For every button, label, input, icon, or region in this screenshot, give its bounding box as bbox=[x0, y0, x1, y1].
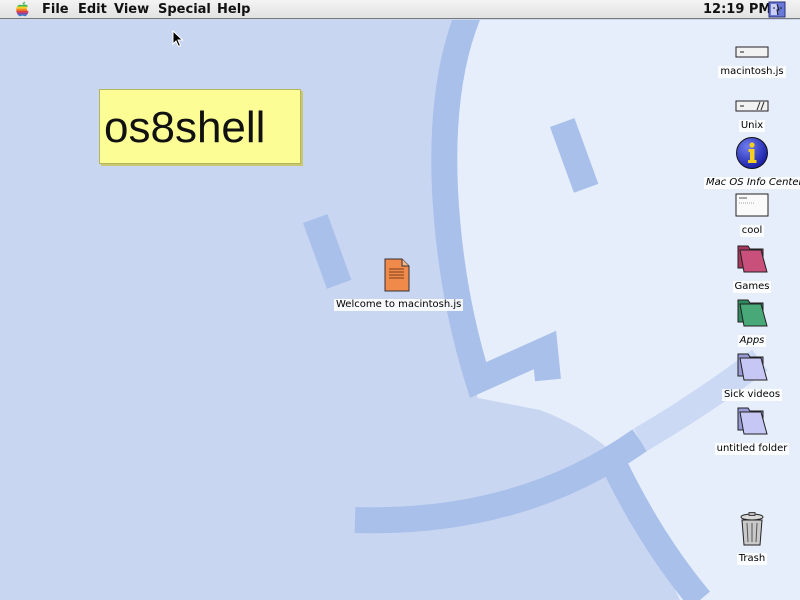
menu-special[interactable]: Special bbox=[157, 1, 212, 18]
folder-icon bbox=[737, 245, 768, 273]
desktop-icon-label: Trash bbox=[736, 553, 768, 565]
desktop-icon-sick-videos[interactable]: Sick videos bbox=[704, 350, 800, 401]
menu-bar: File Edit View Special Help 12:19 PM bbox=[0, 0, 800, 19]
trash-icon bbox=[740, 512, 764, 546]
desktop-icon-untitled-folder[interactable]: untitled folder bbox=[704, 404, 800, 455]
desktop-icon-label: Games bbox=[732, 281, 772, 293]
desktop-icon-label: untitled folder bbox=[714, 443, 790, 455]
menu-edit[interactable]: Edit bbox=[77, 1, 108, 18]
desktop-icon-label: Apps bbox=[737, 335, 767, 347]
desktop-icon-macintosh-js[interactable]: macintosh.js bbox=[704, 45, 800, 78]
desktop-icon-info-center[interactable]: Mac OS Info Center bbox=[704, 136, 800, 189]
welcome-document-label: Welcome to macintosh.js bbox=[334, 299, 464, 311]
sticky-note-text: os8shell bbox=[104, 103, 266, 152]
menu-view[interactable]: View bbox=[113, 1, 150, 18]
application-menu-icon[interactable] bbox=[768, 1, 786, 18]
mouse-cursor-icon bbox=[172, 30, 184, 48]
menu-file[interactable]: File bbox=[41, 1, 70, 18]
folder-icon bbox=[737, 407, 768, 435]
welcome-document[interactable]: Welcome to macintosh.js bbox=[334, 258, 464, 311]
hard-drive-icon bbox=[735, 46, 769, 58]
desktop-icon-label: Sick videos bbox=[721, 389, 783, 401]
desktop-icon-label: macintosh.js bbox=[718, 66, 786, 78]
info-icon bbox=[736, 137, 768, 169]
folder-icon bbox=[737, 353, 768, 381]
desktop-icon-cool[interactable]: cool bbox=[704, 192, 800, 237]
hard-drive-icon bbox=[735, 100, 769, 112]
desktop-icon-label: Unix bbox=[738, 120, 766, 132]
desktop-icon-unix[interactable]: Unix bbox=[704, 99, 800, 132]
desktop-icon-label: Mac OS Info Center bbox=[704, 177, 800, 189]
desktop-icon-games[interactable]: Games bbox=[704, 242, 800, 293]
desktop[interactable]: os8shell Welcome to macintosh.js macinto… bbox=[0, 20, 800, 600]
menu-clock[interactable]: 12:19 PM bbox=[703, 1, 771, 18]
desktop-icon-trash[interactable]: Trash bbox=[704, 512, 800, 565]
apple-menu-icon[interactable] bbox=[14, 1, 31, 18]
sticky-note[interactable]: os8shell bbox=[99, 89, 301, 164]
folder-icon bbox=[737, 299, 768, 327]
desktop-icon-apps[interactable]: Apps bbox=[704, 296, 800, 347]
menu-help[interactable]: Help bbox=[216, 1, 251, 18]
document-icon bbox=[384, 258, 410, 292]
window-file-icon bbox=[735, 193, 769, 217]
desktop-icon-label: cool bbox=[739, 225, 765, 237]
